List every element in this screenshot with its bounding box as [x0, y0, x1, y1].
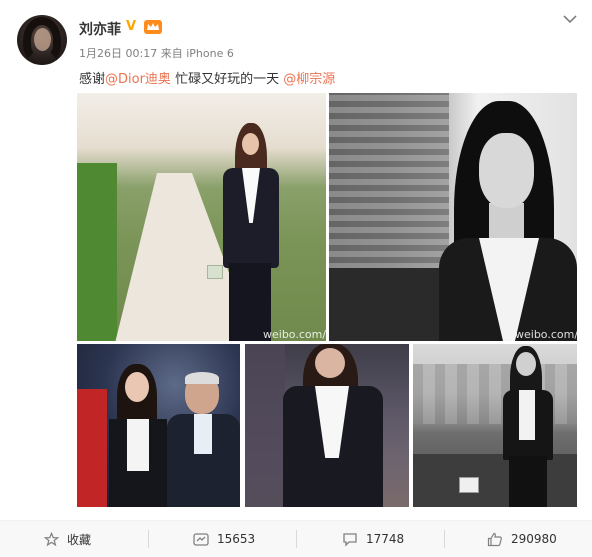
photo-5-shirt — [519, 390, 535, 440]
favorite-button[interactable]: 收藏 — [44, 521, 91, 557]
avatar[interactable] — [17, 15, 67, 65]
photo-4-face — [315, 348, 345, 378]
photo-1[interactable] — [77, 93, 326, 341]
vip-crown-icon[interactable] — [144, 20, 162, 34]
photo-1-lawn — [77, 163, 117, 341]
photo-3-red-figure — [77, 389, 107, 507]
photo-5-legs — [509, 456, 547, 507]
figure-bag — [207, 265, 223, 279]
chevron-down-icon[interactable] — [563, 14, 577, 24]
action-separator-1 — [148, 530, 149, 548]
photo-4[interactable] — [245, 344, 409, 507]
post-meta: 1月26日 00:17 来自 iPhone 6 — [79, 45, 234, 61]
mention-dior[interactable]: @Dior迪奥 — [105, 72, 171, 87]
verified-v-icon[interactable]: V — [126, 20, 140, 34]
woman-shirt — [127, 419, 149, 471]
photo-2-crowd — [329, 268, 449, 341]
photo-3-woman — [109, 364, 169, 507]
comment-icon — [343, 532, 357, 547]
avatar-face — [34, 28, 51, 51]
photo-5-grass — [413, 454, 577, 507]
photo-2-watermark: weibo.com/li — [515, 328, 585, 341]
photo-5-face — [516, 352, 536, 376]
woman-face — [125, 372, 149, 402]
post-text: 感谢@Dior迪奥 忙碌又好玩的一天 @柳宗源 — [79, 68, 335, 87]
photo-2-face — [479, 133, 534, 208]
photo-5-bag — [459, 477, 479, 493]
thumbs-up-icon — [487, 532, 502, 546]
photo-2-neck — [489, 203, 524, 243]
action-separator-3 — [444, 530, 445, 548]
post-source[interactable]: iPhone 6 — [186, 47, 234, 60]
like-count: 290980 — [511, 532, 557, 546]
mention-liu-zongyuan[interactable]: @柳宗源 — [283, 72, 335, 87]
repost-icon — [193, 532, 209, 546]
post-date[interactable]: 1月26日 00:17 — [79, 47, 157, 60]
photo-3-man — [167, 372, 240, 507]
man-hair — [185, 372, 219, 384]
action-separator-2 — [296, 530, 297, 548]
photo-4-background — [245, 344, 285, 507]
star-icon — [44, 531, 59, 546]
post-text-middle: 忙碌又好玩的一天 — [170, 72, 284, 87]
figure-face — [242, 133, 259, 155]
weibo-post-card: 刘亦菲 V 1月26日 00:17 来自 iPhone 6 感谢@Dior迪奥 … — [0, 0, 592, 557]
like-button[interactable]: 290980 — [487, 521, 557, 557]
photo-1-figure — [207, 123, 285, 341]
author-name[interactable]: 刘亦菲 — [79, 19, 121, 39]
photo-2[interactable] — [329, 93, 577, 341]
comment-button[interactable]: 17748 — [342, 521, 404, 557]
photo-1-watermark: weibo.com/ — [263, 328, 327, 341]
photo-2-building — [329, 93, 449, 293]
comment-count: 17748 — [366, 532, 405, 546]
favorite-label: 收藏 — [67, 532, 92, 547]
man-shirt — [194, 414, 212, 454]
repost-button[interactable]: 15653 — [193, 521, 255, 557]
photo-3[interactable] — [77, 344, 240, 507]
post-text-before: 感谢 — [79, 72, 106, 87]
repost-count: 15653 — [217, 532, 256, 546]
source-prefix: 来自 — [160, 47, 183, 60]
photo-5[interactable] — [413, 344, 577, 507]
